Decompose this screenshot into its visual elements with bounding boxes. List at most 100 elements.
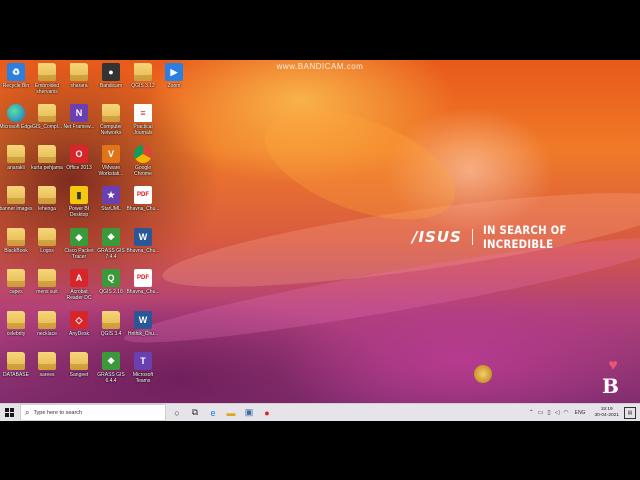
- desktop-icon[interactable]: banner images: [0, 186, 33, 226]
- desktop-icon[interactable]: V VMware Workstati...: [95, 145, 127, 185]
- desktop-icon-label: sharara: [70, 83, 88, 89]
- desktop-icon-label: sarees: [39, 372, 55, 378]
- folder-icon: [102, 104, 120, 122]
- pinned-apps: ○ ⧉ e ▬ ▣ ●: [168, 404, 276, 421]
- desktop-icon[interactable]: ★ StarUML: [95, 186, 127, 226]
- desktop-icon[interactable]: W Bhavna_Chu...: [126, 228, 160, 268]
- bandicam-icon: ●: [102, 63, 120, 81]
- multitask-icon[interactable]: ⧉: [186, 404, 204, 421]
- desktop-icon-label: Google Chrome: [134, 165, 152, 177]
- desktop-icon[interactable]: mens suit: [31, 269, 63, 309]
- desktop-icon[interactable]: ● Bandicam: [95, 63, 127, 103]
- desktop-icon[interactable]: ▮ Power BI Desktop: [63, 186, 95, 226]
- desktop-icon[interactable]: kurta pehjama: [31, 145, 63, 185]
- folder-icon: [70, 352, 88, 370]
- desktop-icon[interactable]: sarees: [31, 352, 63, 392]
- acrobat-icon: A: [70, 269, 88, 287]
- desktop-icon-label: Office 2013: [66, 165, 92, 171]
- bandicam-taskbar-icon[interactable]: ●: [258, 404, 276, 421]
- chrome-icon: [134, 145, 152, 163]
- brand-divider: [471, 229, 473, 245]
- desktop-icon[interactable]: celebrity: [0, 311, 32, 351]
- desktop-icon[interactable]: ◆ Cisco Packet Tracer: [63, 228, 95, 268]
- desktop[interactable]: www.BANDICAM.com /ISUS IN SEARCH OF INCR…: [0, 60, 640, 420]
- grass-gis-icon: ❖: [102, 352, 120, 370]
- desktop-icon[interactable]: O Office 2013: [63, 145, 95, 185]
- desktop-icon[interactable]: Microsoft Edge: [0, 104, 33, 144]
- desktop-icon[interactable]: W Hrithik_Chu...: [127, 311, 159, 351]
- desktop-icon-label: QGIS 3.12: [131, 83, 155, 89]
- desktop-icon-label: Hrithik_Chu...: [127, 331, 159, 337]
- desktop-icon[interactable]: T Microsoft Teams: [127, 352, 159, 392]
- desktop-icon[interactable]: capes: [0, 269, 32, 309]
- notification-center-icon[interactable]: ▤: [624, 406, 636, 419]
- word-icon: W: [134, 228, 152, 246]
- desktop-icon-label: Bhavna_Chu...: [126, 289, 160, 295]
- desktop-icon[interactable]: BlackBook: [0, 228, 32, 268]
- desktop-icon-label: BlackBook: [4, 248, 28, 254]
- desktop-icon[interactable]: sharara: [63, 63, 95, 103]
- desktop-icon-label: kurta pehjama: [31, 165, 63, 171]
- power-bi-icon: ▮: [70, 186, 88, 204]
- desktop-icon[interactable]: PDF Bhavna_Chu...: [126, 269, 160, 309]
- desktop-icon[interactable]: QGIS 3.12: [127, 63, 159, 103]
- grass-gis-icon: ❖: [102, 228, 120, 246]
- desktop-icon[interactable]: Q QGIS 2.18: [95, 269, 127, 309]
- clock[interactable]: 15:19 30-04-2021: [594, 407, 619, 418]
- desktop-icon[interactable]: ❖ GRASS GIS 6.4.4: [95, 352, 127, 392]
- show-hidden-icons-icon[interactable]: ⌃: [529, 409, 534, 416]
- desktop-icon-label: capes: [9, 289, 23, 295]
- taskbar-search-box[interactable]: ⌕ Type here to search: [20, 404, 166, 421]
- desktop-icon[interactable]: DATABASE: [0, 352, 32, 392]
- windows-logo-icon: [4, 408, 14, 417]
- desktop-icon[interactable]: A Acrobat Reader DC: [63, 269, 95, 309]
- input-language[interactable]: ENG: [575, 410, 586, 416]
- desktop-icon[interactable]: Computer Networks: [95, 104, 127, 144]
- desktop-icon[interactable]: ❖ GRASS GIS 7.4.4: [95, 228, 127, 268]
- desktop-icon-label: mens suit: [36, 289, 58, 295]
- task-view-icon[interactable]: ○: [168, 404, 186, 421]
- folder-icon: [38, 104, 56, 122]
- desktop-icon[interactable]: Logos: [31, 228, 63, 268]
- pdf-icon: PDF: [134, 186, 152, 204]
- brand-tagline: IN SEARCH OF INCREDIBLE: [482, 223, 567, 251]
- desktop-icon[interactable]: PDF Bhavna_Chu...: [126, 186, 160, 226]
- volume-icon[interactable]: ◁: [555, 409, 560, 416]
- asus-branding: /ISUS IN SEARCH OF INCREDIBLE: [412, 223, 640, 251]
- desktop-icon[interactable]: GIS_Compl...: [31, 104, 63, 144]
- desktop-icon[interactable]: ♻ Recycle Bin: [0, 63, 32, 103]
- word-icon: W: [134, 311, 152, 329]
- folder-icon: [38, 311, 56, 329]
- file-explorer-icon[interactable]: ▬: [222, 404, 240, 421]
- desktop-icon[interactable]: ▶ Zoom: [158, 63, 190, 103]
- clock-date: 30-04-2021: [594, 412, 619, 418]
- pdf-icon: PDF: [134, 269, 152, 287]
- desktop-icon[interactable]: ◇ AnyDesk: [63, 311, 95, 351]
- desktop-icon-label: Microsoft Edge: [0, 124, 33, 130]
- search-icon: ⌕: [25, 407, 30, 417]
- network-icon[interactable]: ▭: [538, 409, 544, 416]
- folder-icon: [102, 311, 120, 329]
- start-button[interactable]: [0, 404, 18, 421]
- wifi-icon[interactable]: ◠: [563, 409, 568, 416]
- folder-icon: [7, 145, 25, 163]
- folder-icon: [38, 186, 56, 204]
- desktop-icon-label: necklace: [37, 331, 57, 337]
- desktop-icon[interactable]: N Net Framew...: [63, 104, 95, 144]
- desktop-icon[interactable]: Embroided shervanis: [31, 63, 63, 103]
- desktop-icon[interactable]: necklace: [31, 311, 63, 351]
- zoom-icon: ▶: [165, 63, 183, 81]
- desktop-icon-label: AnyDesk: [68, 331, 89, 337]
- edge-taskbar-icon[interactable]: e: [204, 404, 222, 421]
- desktop-icon[interactable]: ≡ Practical Journals: [127, 104, 159, 144]
- desktop-icon[interactable]: anarakli: [0, 145, 32, 185]
- desktop-icon[interactable]: QGIS 3.4: [95, 311, 127, 351]
- desktop-icon[interactable]: lehenga: [31, 186, 63, 226]
- battery-icon[interactable]: ▯: [547, 409, 550, 416]
- desktop-icon[interactable]: Sangeet: [63, 352, 95, 392]
- desktop-icon[interactable]: Google Chrome: [127, 145, 159, 185]
- asus-logo: /ISUS: [412, 228, 462, 246]
- desktop-icon-label: Acrobat Reader DC: [66, 289, 92, 301]
- window-app-icon[interactable]: ▣: [240, 404, 258, 421]
- folder-icon: [38, 145, 56, 163]
